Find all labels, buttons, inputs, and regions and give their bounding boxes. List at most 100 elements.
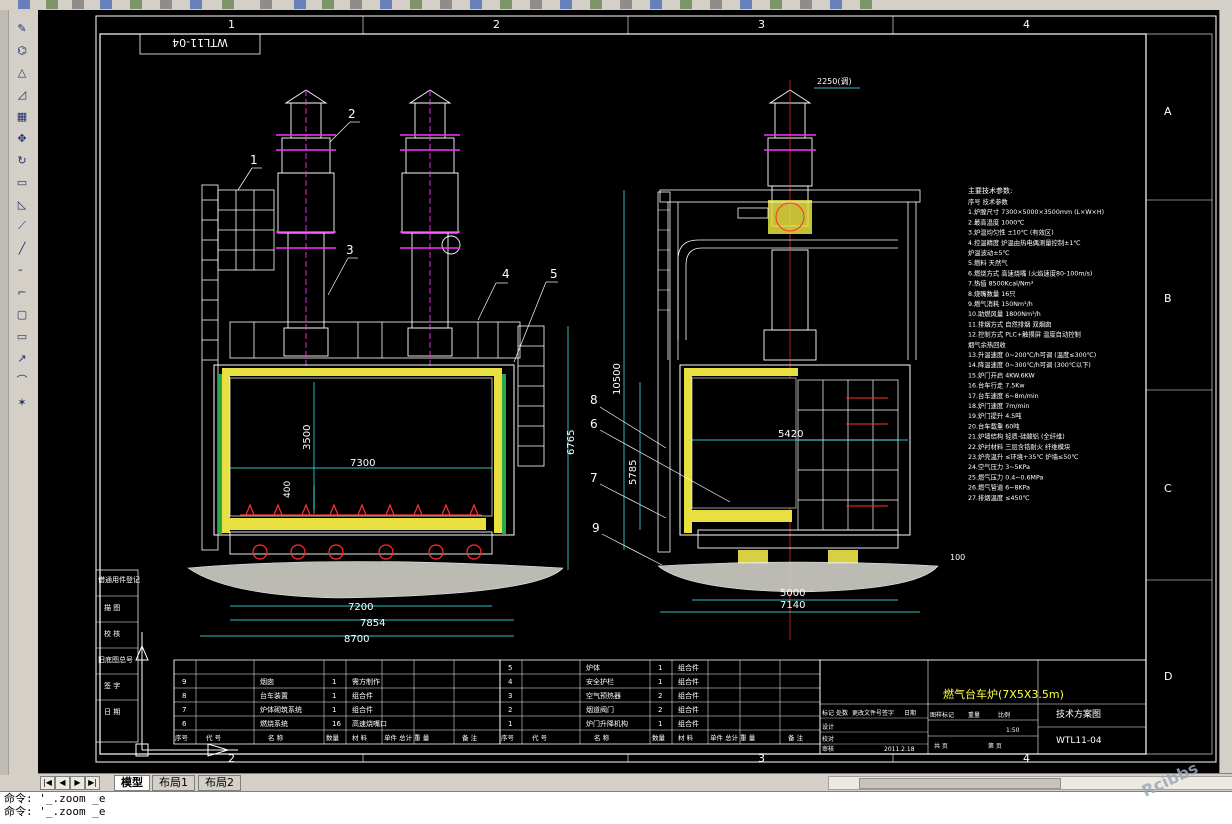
bom-right-header: 名 称 bbox=[594, 733, 610, 742]
toolbar-button-23[interactable] bbox=[680, 0, 692, 9]
tab-layout1[interactable]: 布局1 bbox=[152, 775, 195, 791]
bom-left-header: 备 注 bbox=[462, 733, 478, 742]
svg-text:设计: 设计 bbox=[822, 723, 834, 731]
note-line: 9.燃气消耗 150Nm³/h bbox=[968, 299, 1033, 308]
door-hardware bbox=[846, 397, 888, 507]
bom-right-cell: 1 bbox=[508, 720, 512, 728]
note-line: 1.炉膛尺寸 7300×5000×3500mm (L×W×H) bbox=[968, 207, 1104, 216]
toolbar-button-21[interactable] bbox=[620, 0, 632, 9]
modify-tool-1-icon[interactable]: ✎ bbox=[14, 20, 30, 36]
note-line: 11.排烟方式 自然排烟 双烟囱 bbox=[968, 319, 1051, 328]
toolbar-button-9[interactable] bbox=[260, 0, 272, 9]
toolbar-button-26[interactable] bbox=[770, 0, 782, 9]
command-line[interactable]: 命令: '_.zoom _e 命令: '_.zoom _e bbox=[0, 791, 1232, 824]
toolbar-button-12[interactable] bbox=[350, 0, 362, 9]
svg-text:比例: 比例 bbox=[998, 711, 1010, 719]
toolbar-button-22[interactable] bbox=[650, 0, 662, 9]
modify-tool-8-icon[interactable]: ▭ bbox=[14, 174, 30, 190]
dim-100: 100 bbox=[950, 553, 965, 562]
modify-tool-6-icon[interactable]: ✥ bbox=[14, 130, 30, 146]
modify-tool-9-icon[interactable]: ◺ bbox=[14, 196, 30, 212]
note-line: 24.空气压力 3~5KPa bbox=[968, 462, 1030, 471]
bom-left-cell: 高速烧嘴口 bbox=[352, 719, 387, 728]
side-chamber bbox=[691, 377, 797, 509]
toolbar-button-8[interactable] bbox=[222, 0, 234, 9]
modify-tool-15-icon[interactable]: ▭ bbox=[14, 328, 30, 344]
note-line: 19.炉门提升 4.5吨 bbox=[968, 411, 1022, 420]
toolbar-button-29[interactable] bbox=[860, 0, 872, 9]
bom-right-header: 备 注 bbox=[788, 733, 804, 742]
toolbar-button-10[interactable] bbox=[294, 0, 306, 9]
toolbar-button-19[interactable] bbox=[560, 0, 572, 9]
modify-tool-18-icon[interactable]: ✶ bbox=[14, 394, 30, 410]
vertical-scrollbar[interactable] bbox=[1219, 10, 1232, 773]
first-tab-button[interactable]: |◀ bbox=[40, 776, 55, 790]
dim-7200: 7200 bbox=[348, 602, 373, 613]
callout-7: 7 bbox=[590, 471, 598, 485]
note-line: 7.热值 8500Kcal/Nm³ bbox=[968, 279, 1034, 288]
modify-tool-17-icon[interactable]: ⌒ bbox=[14, 372, 30, 388]
drawing-number: WTL11-04 bbox=[1056, 736, 1102, 746]
next-tab-button[interactable]: ▶ bbox=[70, 776, 85, 790]
modify-tool-16-icon[interactable]: ↗ bbox=[14, 350, 30, 366]
modify-tool-5-icon[interactable]: ▦ bbox=[14, 108, 30, 124]
toolbar-button-13[interactable] bbox=[380, 0, 392, 9]
modify-tool-10-icon[interactable]: ⟋ bbox=[14, 218, 30, 234]
modify-tool-7-icon[interactable]: ↻ bbox=[14, 152, 30, 168]
drawing-date: 2011.2.18 bbox=[884, 746, 915, 753]
zone-col-4: 4 bbox=[1023, 18, 1030, 31]
bom-right-header: 单件 总计 重 量 bbox=[710, 733, 756, 742]
svg-text:日期: 日期 bbox=[904, 709, 916, 717]
toolbar-button-28[interactable] bbox=[830, 0, 842, 9]
toolbar-button-17[interactable] bbox=[500, 0, 512, 9]
toolbar-button-24[interactable] bbox=[710, 0, 722, 9]
modify-tool-4-icon[interactable]: ◿ bbox=[14, 86, 30, 102]
toolbar-button-4[interactable] bbox=[100, 0, 112, 9]
note-line: 10.助燃风量 1800Nm³/h bbox=[968, 309, 1041, 318]
toolbar-button-6[interactable] bbox=[160, 0, 172, 9]
toolbar-button-18[interactable] bbox=[530, 0, 542, 9]
toolbar-button-15[interactable] bbox=[440, 0, 452, 9]
toolbar-button-1[interactable] bbox=[18, 0, 30, 9]
dim-7300: 7300 bbox=[350, 458, 375, 469]
bom-left-cell: 需方制作 bbox=[352, 677, 380, 686]
scroll-thumb[interactable] bbox=[859, 778, 1061, 789]
toolbar-button-5[interactable] bbox=[130, 0, 142, 9]
drawing-canvas[interactable]: 1 2 3 4 2 3 4 A B C D WTL11-04 7300 3500… bbox=[38, 10, 1219, 773]
toolbar-button-25[interactable] bbox=[740, 0, 752, 9]
toolbar-button-27[interactable] bbox=[800, 0, 812, 9]
ground-gravel bbox=[187, 561, 564, 599]
modify-tool-14-icon[interactable]: ▢ bbox=[14, 306, 30, 322]
toolbar-button-3[interactable] bbox=[72, 0, 84, 9]
side-callouts: 8 6 7 9 bbox=[590, 393, 600, 535]
modify-tool-2-icon[interactable]: ⌬ bbox=[14, 42, 30, 58]
prev-tab-button[interactable]: ◀ bbox=[55, 776, 70, 790]
bom-right-cell: 1 bbox=[658, 720, 662, 728]
bom-right-cell: 3 bbox=[508, 692, 512, 700]
bom-left-cell: 7 bbox=[182, 706, 186, 714]
note-line: 21.炉墙结构 轻质-硅酸铝 (全纤维) bbox=[968, 432, 1065, 441]
toolbar-button-2[interactable] bbox=[46, 0, 58, 9]
last-tab-button[interactable]: ▶| bbox=[85, 776, 100, 790]
toolbar-button-20[interactable] bbox=[590, 0, 602, 9]
tab-model[interactable]: 模型 bbox=[114, 775, 150, 791]
modify-tool-11-icon[interactable]: ╱ bbox=[14, 240, 30, 256]
side-bogie bbox=[697, 529, 899, 549]
modify-tool-3-icon[interactable]: △ bbox=[14, 64, 30, 80]
bom-left-header: 序号 bbox=[175, 733, 189, 742]
modify-tool-13-icon[interactable]: ⌐ bbox=[14, 284, 30, 300]
modify-tool-12-icon[interactable]: ╴ bbox=[14, 262, 30, 278]
toolbar-button-14[interactable] bbox=[410, 0, 422, 9]
tab-layout2[interactable]: 布局2 bbox=[198, 775, 241, 791]
svg-text:共 页: 共 页 bbox=[934, 742, 948, 750]
toolbar-button-7[interactable] bbox=[190, 0, 202, 9]
stamp-5: 签 字 bbox=[104, 681, 120, 690]
toolbar-button-11[interactable] bbox=[322, 0, 334, 9]
bom-right-cell: 炉门升降机构 bbox=[586, 719, 628, 728]
toolbar-button-16[interactable] bbox=[470, 0, 482, 9]
dim-10500: 10500 bbox=[612, 363, 623, 395]
bom-right-cell: 空气预热器 bbox=[586, 691, 621, 700]
bom-left-cell: 烟囱 bbox=[260, 677, 274, 686]
bill-of-materials: 9 烟囱 1 需方制作 8 台车装置 1 组合件 7 炉体砌筑系统 1 组合件 6 燃烧系统 16 高速烧嘴口… bbox=[173, 659, 821, 745]
bom-left-header: 代 号 bbox=[206, 733, 222, 742]
